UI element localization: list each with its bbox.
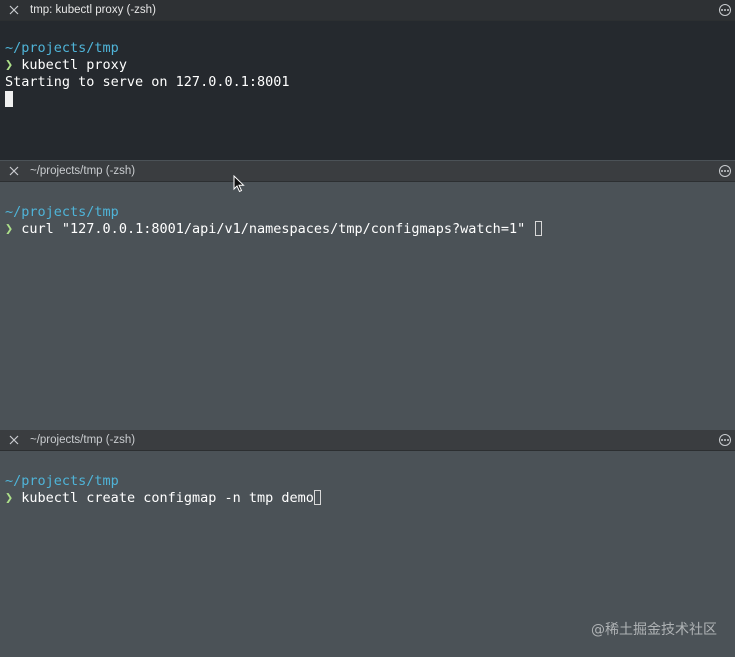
prompt-icon: ❯ — [5, 57, 14, 73]
pane-2-titlebar: ~/projects/tmp (-zsh) — [0, 161, 735, 182]
command-text: curl "127.0.0.1:8001/api/v1/namespaces/t… — [21, 221, 534, 237]
terminal-output[interactable]: ~/projects/tmp ❯ kubectl create configma… — [0, 451, 735, 507]
command-text: kubectl create configmap -n tmp demo — [21, 490, 314, 506]
pane-title: ~/projects/tmp (-zsh) — [30, 165, 136, 177]
terminal-pane-3[interactable]: ~/projects/tmp (-zsh) ~/projects/tmp ❯ k… — [0, 430, 735, 657]
close-icon[interactable] — [4, 0, 24, 20]
command-output: Starting to serve on 127.0.0.1:8001 — [5, 74, 290, 90]
terminal-pane-1[interactable]: tmp: kubectl proxy (-zsh) ~/projects/tmp… — [0, 0, 735, 160]
terminal-output[interactable]: ~/projects/tmp ❯ curl "127.0.0.1:8001/ap… — [0, 182, 735, 238]
terminal-output[interactable]: ~/projects/tmp ❯ kubectl proxy Starting … — [0, 21, 735, 108]
mouse-pointer-icon — [233, 175, 245, 193]
text-cursor — [535, 221, 543, 236]
more-options-icon[interactable] — [719, 434, 731, 446]
close-icon[interactable] — [4, 161, 24, 181]
more-options-icon[interactable] — [719, 4, 731, 16]
pane-3-titlebar: ~/projects/tmp (-zsh) — [0, 430, 735, 451]
working-directory: ~/projects/tmp — [5, 473, 119, 489]
prompt-icon: ❯ — [5, 490, 14, 506]
watermark: @稀土掘金技术社区 — [591, 622, 717, 638]
pane-title: tmp: kubectl proxy (-zsh) — [30, 4, 156, 16]
more-options-icon[interactable] — [719, 165, 731, 177]
working-directory: ~/projects/tmp — [5, 40, 119, 56]
close-icon[interactable] — [4, 430, 24, 450]
terminal-pane-2[interactable]: ~/projects/tmp (-zsh) ~/projects/tmp ❯ c… — [0, 161, 735, 430]
pane-title: ~/projects/tmp (-zsh) — [30, 434, 136, 446]
command-text: kubectl proxy — [21, 57, 127, 73]
prompt-icon: ❯ — [5, 221, 14, 237]
text-cursor — [313, 490, 321, 505]
text-cursor — [5, 91, 13, 107]
pane-1-titlebar: tmp: kubectl proxy (-zsh) — [0, 0, 735, 21]
working-directory: ~/projects/tmp — [5, 204, 119, 220]
